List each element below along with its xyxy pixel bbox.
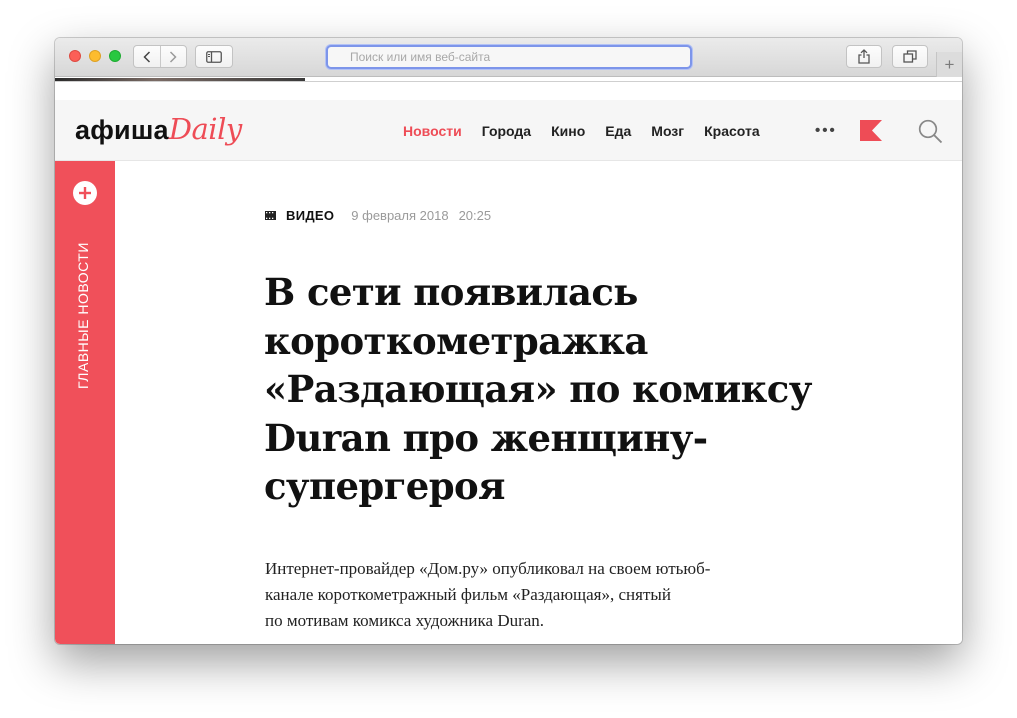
top-news-label: ГЛАВНЫЕ НОВОСТИ <box>75 242 91 389</box>
more-menu-button[interactable]: ••• <box>815 122 837 139</box>
web-page: афиша Daily Новости Города Кино Еда Мозг… <box>55 78 962 644</box>
new-tab-button[interactable]: + <box>936 52 962 77</box>
close-window-button[interactable] <box>69 50 81 62</box>
share-button[interactable] <box>846 45 882 68</box>
sidebar-toggle-button[interactable] <box>195 45 233 68</box>
article-meta: ВИДЕО 9 февраля 2018 20:25 <box>265 208 491 223</box>
browser-window: Поиск или имя веб-сайта + афиша Daily Но… <box>55 38 962 644</box>
browser-toolbar: Поиск или имя веб-сайта + <box>55 38 962 77</box>
minimize-window-button[interactable] <box>89 50 101 62</box>
nav-item-brain[interactable]: Мозг <box>651 123 684 139</box>
top-news-sidebar[interactable]: ГЛАВНЫЕ НОВОСТИ <box>55 161 115 644</box>
article-date: 9 февраля 2018 <box>351 208 449 223</box>
sidebar-icon <box>206 50 222 63</box>
share-icon <box>858 49 870 64</box>
lead-line: канале короткометражный фильм «Раздающая… <box>265 585 671 604</box>
logo-afisha: афиша <box>75 115 169 145</box>
nav-item-news[interactable]: Новости <box>403 123 462 139</box>
history-nav-group <box>133 45 187 68</box>
chevron-right-icon <box>170 50 178 63</box>
main-nav: Новости Города Кино Еда Мозг Красота <box>403 123 760 139</box>
chevron-left-icon <box>143 50 151 63</box>
article-lead: Интернет-провайдер «Дом.ру» опубликовал … <box>265 556 825 634</box>
nav-item-food[interactable]: Еда <box>605 123 631 139</box>
nav-item-cinema[interactable]: Кино <box>551 123 585 139</box>
logo-daily: Daily <box>168 112 242 146</box>
forward-button[interactable] <box>159 46 186 67</box>
nav-item-cities[interactable]: Города <box>482 123 531 139</box>
address-bar[interactable]: Поиск или имя веб-сайта <box>326 45 692 69</box>
address-placeholder: Поиск или имя веб-сайта <box>350 50 491 64</box>
zoom-window-button[interactable] <box>109 50 121 62</box>
article-headline: В сети появилась короткометражка «Раздаю… <box>264 270 812 508</box>
lead-line: по мотивам комикса художника Duran. <box>265 611 545 630</box>
k-logo-icon[interactable] <box>860 120 882 141</box>
expand-top-news-button[interactable] <box>73 181 97 205</box>
nav-item-beauty[interactable]: Красота <box>704 123 760 139</box>
article-category-link[interactable]: ВИДЕО <box>286 208 334 223</box>
back-button[interactable] <box>134 46 160 67</box>
site-logo[interactable]: афиша Daily <box>75 112 242 146</box>
plus-icon <box>79 187 91 199</box>
article-time: 20:25 <box>458 208 492 223</box>
tabs-icon <box>903 50 917 63</box>
divider <box>55 81 962 82</box>
search-icon[interactable] <box>918 119 943 144</box>
show-tabs-button[interactable] <box>892 45 928 68</box>
lead-line: Интернет-провайдер «Дом.ру» опубликовал … <box>265 559 711 578</box>
film-icon <box>265 211 276 220</box>
site-header: афиша Daily Новости Города Кино Еда Мозг… <box>55 100 962 161</box>
